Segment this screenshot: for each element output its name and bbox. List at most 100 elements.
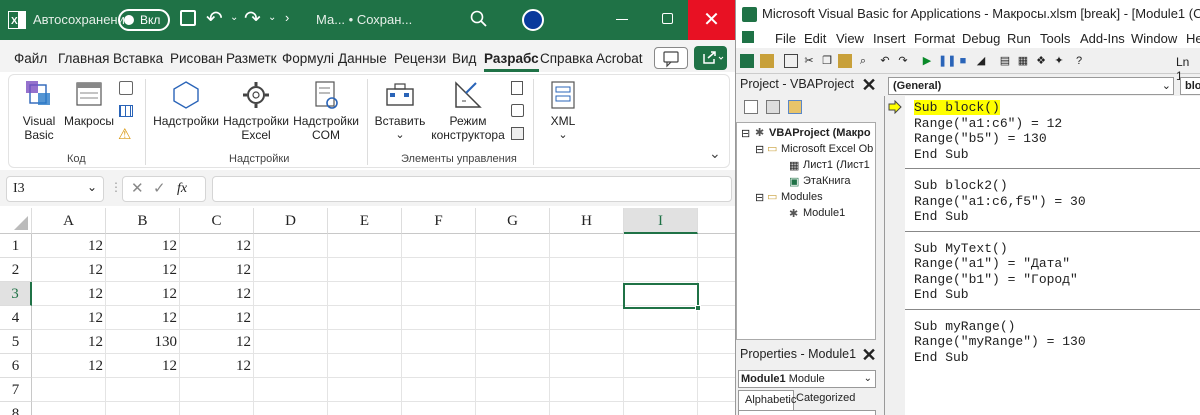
tree-thisworkbook[interactable]: ЭтаКнига — [803, 175, 850, 187]
cell-b2[interactable]: 12 — [106, 258, 180, 282]
tab-data[interactable]: Данные — [338, 51, 387, 66]
code-right-combo[interactable]: blo — [1180, 77, 1200, 95]
tree-modules[interactable]: Modules — [781, 191, 823, 203]
cell-empty[interactable] — [328, 378, 402, 402]
undo-dropdown-icon[interactable]: ⌄ — [230, 12, 238, 23]
menu-window[interactable]: Window — [1131, 31, 1177, 46]
cell-b8[interactable] — [106, 402, 180, 415]
relative-refs-icon[interactable] — [119, 105, 133, 117]
cell-c5[interactable]: 12 — [180, 330, 254, 354]
cell-empty[interactable] — [624, 378, 698, 402]
column-header-j[interactable] — [698, 208, 735, 234]
cell-b1[interactable]: 12 — [106, 234, 180, 258]
cell-empty[interactable] — [402, 354, 476, 378]
code-line[interactable]: Range("a1:c6") = 12 — [914, 116, 1062, 131]
tab-review[interactable]: Рецензи — [394, 51, 446, 66]
insert-control-button[interactable]: Вставить ⌄ — [371, 79, 429, 142]
tab-page-layout[interactable]: Разметк — [226, 51, 277, 66]
cell-empty[interactable] — [476, 234, 550, 258]
code-line[interactable]: Range("a1:c6,f5") = 30 — [914, 194, 1086, 209]
close-properties-pane-icon[interactable]: ✕ — [860, 346, 878, 364]
cell-empty[interactable] — [328, 282, 402, 306]
cell-c4[interactable]: 12 — [180, 306, 254, 330]
select-all-corner[interactable] — [0, 208, 32, 234]
properties-icon[interactable] — [511, 81, 523, 95]
menu-insert[interactable]: Insert — [873, 31, 906, 46]
column-header-g[interactable]: G — [476, 208, 550, 234]
row-header[interactable]: 8 — [0, 402, 32, 415]
toolbox-icon[interactable]: ✦ — [1052, 54, 1066, 68]
row-header[interactable]: 5 — [0, 330, 32, 354]
cell-empty[interactable] — [550, 402, 624, 415]
cell-empty[interactable] — [550, 258, 624, 282]
tab-developer[interactable]: Разрабс — [484, 51, 539, 72]
menu-view[interactable]: View — [836, 31, 864, 46]
redo-dropdown-icon[interactable]: ⌄ — [268, 12, 276, 23]
minimize-icon[interactable] — [616, 19, 628, 20]
enter-icon[interactable]: ✓ — [153, 179, 166, 197]
cell-c2[interactable]: 12 — [180, 258, 254, 282]
addins-button[interactable]: Надстройки — [153, 79, 219, 128]
code-line[interactable]: Range("b5") = 130 — [914, 131, 1047, 146]
close-project-pane-icon[interactable]: ✕ — [860, 76, 878, 94]
cell-a1[interactable]: 12 — [32, 234, 106, 258]
cell-empty[interactable] — [254, 354, 328, 378]
cell-empty[interactable] — [328, 258, 402, 282]
object-browser-icon[interactable]: ❖ — [1034, 54, 1048, 68]
cell-empty[interactable] — [476, 354, 550, 378]
break-icon[interactable]: ❚❚ — [938, 54, 956, 68]
cell-c3[interactable]: 12 — [180, 282, 254, 306]
help-icon[interactable]: ? — [1072, 54, 1086, 68]
column-header-d[interactable]: D — [254, 208, 328, 234]
row-header[interactable]: 6 — [0, 354, 32, 378]
cell-empty[interactable] — [402, 282, 476, 306]
cell-empty[interactable] — [328, 354, 402, 378]
paste-icon[interactable] — [838, 54, 852, 68]
cell-c8[interactable] — [180, 402, 254, 415]
project-explorer-icon[interactable]: ▤ — [998, 54, 1012, 68]
cell-a7[interactable] — [32, 378, 106, 402]
menu-edit[interactable]: Edit — [804, 31, 826, 46]
cell-empty[interactable] — [402, 234, 476, 258]
cell-b4[interactable]: 12 — [106, 306, 180, 330]
code-editor[interactable]: Sub block() Range("a1:c6") = 12 Range("b5"… — [884, 96, 1200, 415]
cell-empty[interactable] — [698, 306, 735, 330]
cell-a2[interactable]: 12 — [32, 258, 106, 282]
macro-security-icon[interactable]: ⚠ — [118, 125, 131, 143]
row-header[interactable]: 3 — [0, 282, 32, 306]
fill-handle[interactable] — [695, 305, 701, 311]
search-icon[interactable] — [470, 10, 488, 31]
cell-empty[interactable] — [698, 402, 735, 415]
cell-empty[interactable] — [328, 234, 402, 258]
record-macro-icon[interactable] — [119, 81, 133, 95]
cell-empty[interactable] — [254, 330, 328, 354]
cell-empty[interactable] — [550, 234, 624, 258]
cell-empty[interactable] — [550, 306, 624, 330]
cell-empty[interactable] — [254, 258, 328, 282]
insert-function-icon[interactable]: fx — [177, 181, 187, 197]
code-left-combo[interactable]: (General) ⌄ — [888, 77, 1174, 95]
menu-debug[interactable]: Debug — [962, 31, 1000, 46]
tab-draw[interactable]: Рисован — [170, 51, 223, 66]
tab-home[interactable]: Главная — [58, 51, 109, 66]
tab-formulas[interactable]: Формулі — [282, 51, 334, 66]
column-header-a[interactable]: A — [32, 208, 106, 234]
tree-objects-toggle[interactable]: ⊟ — [755, 143, 764, 156]
chevron-down-icon[interactable]: ⌄ — [1162, 78, 1171, 94]
cell-a3[interactable]: 12 — [32, 282, 106, 306]
tab-file[interactable]: Файл — [14, 51, 47, 66]
cell-c6[interactable]: 12 — [180, 354, 254, 378]
menu-format[interactable]: Format — [914, 31, 955, 46]
cell-empty[interactable] — [328, 330, 402, 354]
code-line[interactable]: Range("myRange") = 130 — [914, 334, 1086, 349]
cell-a8[interactable] — [32, 402, 106, 415]
cell-empty[interactable] — [254, 234, 328, 258]
cell-empty[interactable] — [402, 402, 476, 415]
cell-empty[interactable] — [254, 306, 328, 330]
more-icon[interactable]: › — [285, 10, 289, 25]
column-header-h[interactable]: H — [550, 208, 624, 234]
cut-icon[interactable]: ✂ — [802, 54, 816, 68]
cell-c7[interactable] — [180, 378, 254, 402]
excel-icon[interactable] — [740, 54, 754, 68]
cell-empty[interactable] — [402, 306, 476, 330]
